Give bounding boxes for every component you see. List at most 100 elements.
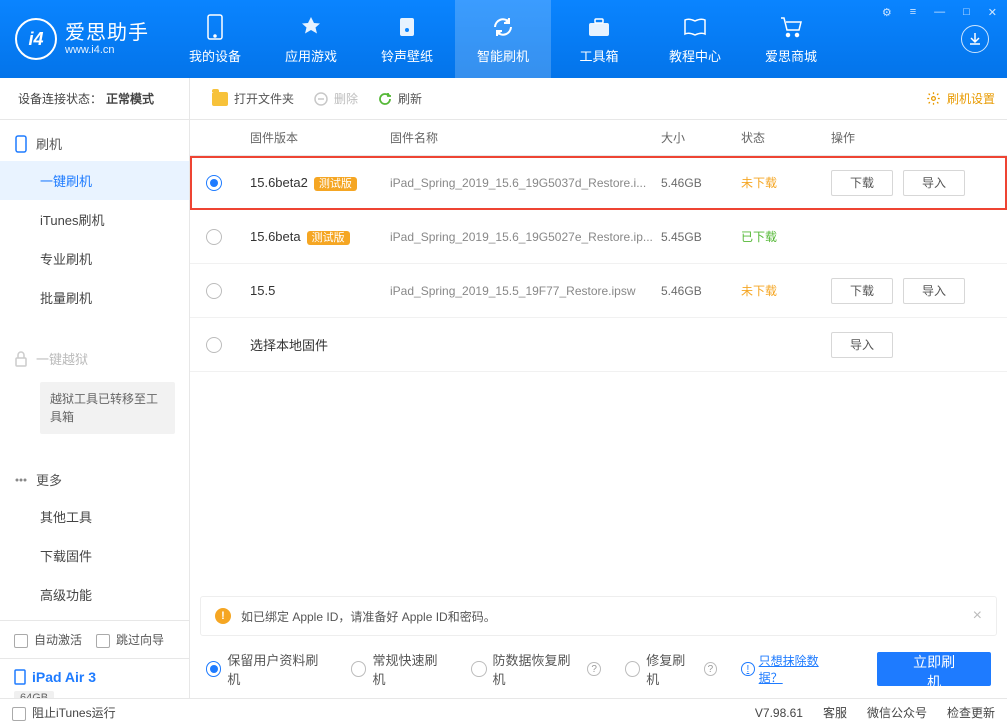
delete-button[interactable]: 删除 [304,90,368,107]
import-button[interactable]: 导入 [903,278,965,304]
customer-service-link[interactable]: 客服 [823,704,847,721]
auto-activate-checkbox[interactable]: 自动激活 [14,631,82,648]
import-button[interactable]: 导入 [831,332,893,358]
row-size: 5.46GB [661,176,741,190]
wechat-link[interactable]: 微信公众号 [867,704,927,721]
connection-status: 设备连接状态：正常模式 [12,78,190,119]
row-state: 已下载 [741,228,831,245]
device-storage: 64GB [14,691,54,698]
window-close-icon[interactable]: ✕ [984,4,1001,21]
apple-id-notice: ! 如已绑定 Apple ID，请准备好 Apple ID和密码。 × [200,596,997,636]
toolbar: 设备连接状态：正常模式 打开文件夹 删除 刷新 刷机设置 [0,78,1007,120]
sidebar-head-flash[interactable]: 刷机 [0,126,189,161]
row-radio[interactable] [206,337,222,353]
download-button[interactable]: 下载 [831,278,893,304]
tablet-icon [14,669,26,685]
row-size: 5.46GB [661,284,741,298]
info-icon: ! [741,662,755,676]
block-itunes-checkbox[interactable]: 阻止iTunes运行 [12,704,116,721]
mode-anti-recover[interactable]: 防数据恢复刷机? [471,650,601,688]
sidebar-item-other-tools[interactable]: 其他工具 [0,497,189,536]
firmware-row[interactable]: 15.6beta2测试版iPad_Spring_2019_15.6_19G503… [190,156,1007,210]
flash-mode-row: 保留用户资料刷机 常规快速刷机 防数据恢复刷机? 修复刷机? !只想抹除数据？ … [190,636,1007,698]
more-icon [14,473,28,487]
firmware-row[interactable]: 15.5 iPad_Spring_2019_15.5_19F77_Restore.… [190,264,1007,318]
nav-apps[interactable]: 应用游戏 [263,0,359,78]
row-radio[interactable] [206,283,222,299]
window-min-icon[interactable]: — [930,4,949,21]
row-size: 5.45GB [661,230,741,244]
sidebar-item-pro-flash[interactable]: 专业刷机 [0,239,189,278]
firmware-row[interactable]: 15.6beta测试版iPad_Spring_2019_15.6_19G5027… [190,210,1007,264]
row-filename: iPad_Spring_2019_15.6_19G5027e_Restore.i… [390,230,661,244]
radio-icon [351,661,366,677]
row-state: 未下载 [741,174,831,191]
col-name: 固件名称 [390,129,661,146]
cart-icon [778,14,804,40]
nav-flash[interactable]: 智能刷机 [455,0,551,78]
music-icon [394,14,420,40]
book-icon [682,14,708,40]
window-controls: ⚙ ≡ — □ ✕ [878,4,1001,21]
open-folder-button[interactable]: 打开文件夹 [202,90,304,107]
folder-icon [212,92,228,106]
mode-keep-data[interactable]: 保留用户资料刷机 [206,650,327,688]
row-radio[interactable] [206,175,222,191]
window-max-icon[interactable]: □ [959,4,974,21]
toolbox-icon [586,14,612,40]
device-info: iPad Air 3 64GB iPad [0,658,189,698]
col-ops: 操作 [831,129,991,146]
brand: i4 爱思助手 www.i4.cn [0,18,167,60]
sidebar-item-quickflash[interactable]: 一键刷机 [0,161,189,200]
mode-fast[interactable]: 常规快速刷机 [351,650,447,688]
firmware-panel: 固件版本 固件名称 大小 状态 操作 15.6beta2 测试版 iPad_Spri… [190,120,1007,698]
firmware-row[interactable]: 选择本地固件导入 [190,318,1007,372]
device-name[interactable]: iPad Air 3 [14,669,175,685]
skip-guide-checkbox[interactable]: 跳过向导 [96,631,164,648]
delete-icon [314,92,328,106]
jailbreak-moved-note: 越狱工具已转移至工具箱 [40,382,175,434]
sidebar-head-jailbreak: 一键越狱 [0,341,189,376]
window-menu-icon[interactable]: ⚙ [878,4,896,21]
row-filename: iPad_Spring_2019_15.5_19F77_Restore.ipsw [390,284,661,298]
brand-title: 爱思助手 [65,22,149,44]
apps-icon [298,14,324,40]
help-icon[interactable]: ? [704,662,717,676]
window-list-icon[interactable]: ≡ [906,4,920,21]
refresh-button[interactable]: 刷新 [368,90,432,107]
flash-settings-button[interactable]: 刷机设置 [926,90,995,107]
nav-tutorials[interactable]: 教程中心 [647,0,743,78]
notice-text: 如已绑定 Apple ID，请准备好 Apple ID和密码。 [241,608,496,625]
refresh-icon [490,14,516,40]
erase-data-link[interactable]: !只想抹除数据？ [741,652,839,686]
brand-logo-icon: i4 [15,18,57,60]
sidebar-item-itunes-flash[interactable]: iTunes刷机 [0,200,189,239]
mode-repair[interactable]: 修复刷机? [625,650,717,688]
nav-my-device[interactable]: 我的设备 [167,0,263,78]
sidebar-item-download-fw[interactable]: 下载固件 [0,536,189,575]
sidebar-head-more[interactable]: 更多 [0,462,189,497]
download-button[interactable]: 下载 [831,170,893,196]
lock-icon [14,351,28,367]
nav-toolbox[interactable]: 工具箱 [551,0,647,78]
nav-store[interactable]: 爱思商城 [743,0,839,78]
column-headers: 固件版本 固件名称 大小 状态 操作 [190,120,1007,156]
sidebar-item-batch-flash[interactable]: 批量刷机 [0,278,189,317]
col-version: 固件版本 [250,129,390,146]
notice-close-icon[interactable]: × [973,607,982,625]
import-button[interactable]: 导入 [903,170,965,196]
row-radio[interactable] [206,229,222,245]
beta-badge: 测试版 [314,177,357,191]
row-state: 未下载 [741,282,831,299]
row-version: 15.6beta2 [250,175,308,190]
download-indicator-icon[interactable] [961,25,989,53]
nav-ringtones[interactable]: 铃声壁纸 [359,0,455,78]
sidebar-item-advanced[interactable]: 高级功能 [0,575,189,614]
statusbar: 阻止iTunes运行 V7.98.61 客服 微信公众号 检查更新 [0,698,1007,726]
beta-badge: 测试版 [307,231,350,245]
sidebar: 刷机 一键刷机 iTunes刷机 专业刷机 批量刷机 一键越狱 越狱工具已转移至… [0,120,190,698]
check-update-link[interactable]: 检查更新 [947,704,995,721]
row-version: 15.5 [250,283,275,298]
flash-now-button[interactable]: 立即刷机 [877,652,991,686]
help-icon[interactable]: ? [587,662,600,676]
